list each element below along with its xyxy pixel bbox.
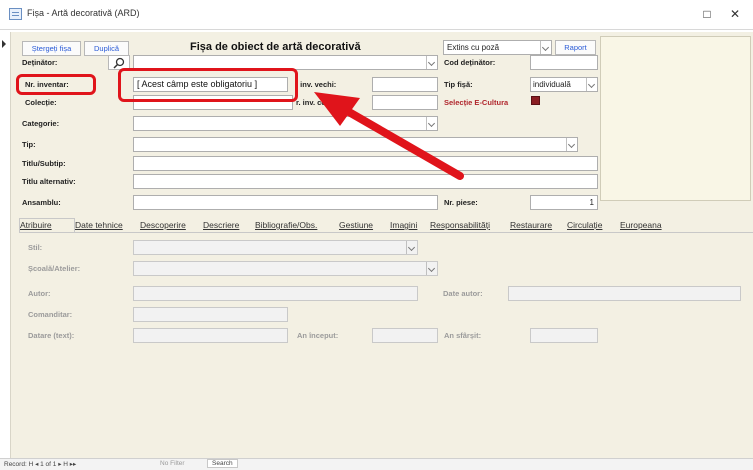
chevron-down-icon[interactable] [540, 41, 551, 54]
view-select[interactable]: Extins cu poză [443, 40, 552, 55]
chevron-down-icon[interactable] [586, 78, 597, 91]
record-selector[interactable] [0, 32, 11, 458]
form-icon [9, 8, 22, 20]
an-sfarsit-label: An sfârșit: [444, 331, 482, 340]
tab-gestiune[interactable]: Gestiune [339, 220, 373, 230]
categorie-label: Categorie: [22, 119, 60, 128]
tab-date-tehnice[interactable]: Date tehnice [75, 220, 123, 230]
close-button[interactable]: ✕ [724, 6, 746, 22]
highlight-nr-inventar-label [16, 74, 96, 95]
chevron-down-icon[interactable] [406, 241, 417, 254]
titlu-subtip-label: Titlu/Subtip: [22, 159, 66, 168]
annotation-arrow-icon [314, 92, 464, 180]
search-box[interactable]: Search [207, 459, 238, 468]
colectie-label: Colecție: [25, 98, 57, 107]
tab-imagini[interactable]: Imagini [390, 220, 417, 230]
current-record-arrow-icon [2, 40, 6, 48]
date-autor-label: Date autor: [443, 289, 483, 298]
report-button[interactable]: Raport [555, 40, 596, 55]
tip-fisa-combo[interactable]: individuală [530, 77, 598, 92]
record-navigator[interactable]: Record: H ◂ 1 of 1 ▸ H ▸▸ [4, 460, 76, 468]
delete-record-button[interactable]: Ștergeți fișa [22, 41, 81, 56]
tip-fisa-value: individuală [533, 80, 571, 89]
tab-descoperire[interactable]: Descoperire [140, 220, 186, 230]
selectie-ecultura-icon[interactable] [531, 96, 540, 105]
chevron-down-icon[interactable] [566, 138, 577, 151]
chevron-down-icon[interactable] [426, 56, 437, 69]
status-bar: Record: H ◂ 1 of 1 ▸ H ▸▸ No Filter Sear… [0, 458, 753, 470]
restore-button[interactable]: □ [696, 6, 718, 22]
stil-label: Stil: [28, 243, 43, 252]
nr-piese-value: 1 [589, 198, 594, 207]
cod-detinator-label: Cod deținător: [444, 58, 496, 67]
tip-label: Tip: [22, 140, 36, 149]
date-autor-field[interactable] [508, 286, 741, 301]
window-title: Fișa - Artă decorativă (ARD) [27, 8, 140, 18]
an-sfarsit-field[interactable] [530, 328, 598, 343]
autor-label: Autor: [28, 289, 51, 298]
tab-atribuire-label[interactable]: Atribuire [20, 220, 52, 230]
stil-combo[interactable] [133, 240, 418, 255]
nr-piese-field[interactable]: 1 [530, 195, 598, 210]
datare-label: Datare (text): [28, 331, 75, 340]
nr-piese-label: Nr. piese: [444, 198, 478, 207]
photo-panel[interactable] [600, 36, 751, 201]
an-inceput-label: An început: [297, 331, 339, 340]
no-filter-indicator[interactable]: No Filter [160, 460, 185, 467]
ansamblu-label: Ansamblu: [22, 198, 61, 207]
autor-field[interactable] [133, 286, 418, 301]
tab-bibliografie[interactable]: Bibliografie/Obs. [255, 220, 317, 230]
view-select-value: Extins cu poză [447, 43, 500, 52]
ansamblu-field[interactable] [133, 195, 438, 210]
titlu-alternativ-label: Titlu alternativ: [22, 177, 76, 186]
comanditar-label: Comanditar: [28, 310, 73, 319]
tab-circulatie[interactable]: Circulație [567, 220, 602, 230]
scoala-combo[interactable] [133, 261, 438, 276]
an-inceput-field[interactable] [372, 328, 438, 343]
tab-responsabilitati[interactable]: Responsabilități [430, 220, 490, 230]
tab-descriere[interactable]: Descriere [203, 220, 239, 230]
tab-europeana[interactable]: Europeana [620, 220, 662, 230]
highlight-nr-inventar-field [118, 68, 298, 102]
chevron-down-icon[interactable] [426, 262, 437, 275]
tab-restaurare[interactable]: Restaurare [510, 220, 552, 230]
comanditar-field[interactable] [133, 307, 288, 322]
form-title: Fișa de obiect de artă decorativă [190, 41, 361, 53]
scoala-label: Școală/Atelier: [28, 264, 81, 273]
duplicate-button[interactable]: Duplică [84, 41, 129, 56]
cod-detinator-field[interactable] [530, 55, 598, 70]
datare-field[interactable] [133, 328, 288, 343]
detinator-label: Deținător: [22, 58, 58, 67]
